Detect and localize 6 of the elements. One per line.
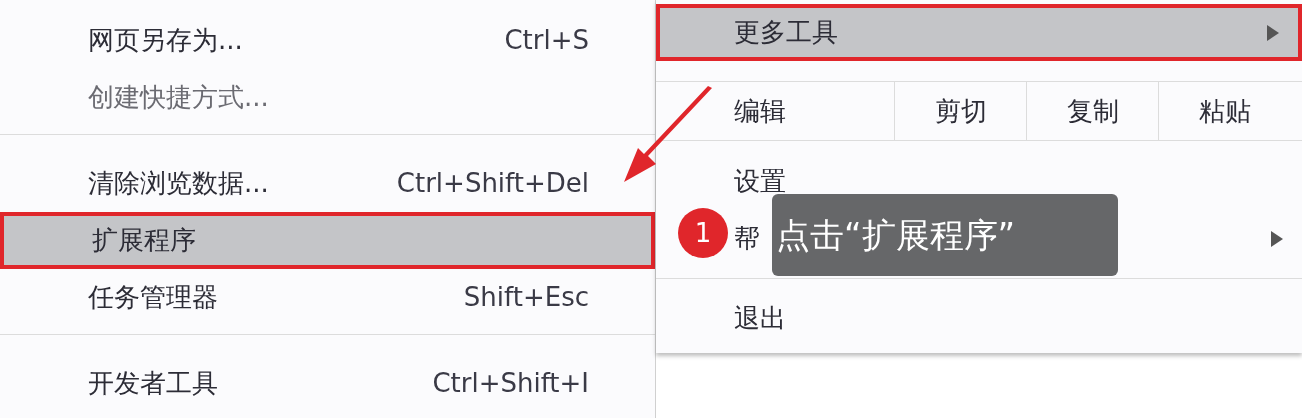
- shortcut-text: Ctrl+S: [504, 24, 589, 57]
- edit-label: 编辑: [733, 94, 787, 128]
- shortcut-text: Ctrl+Shift+Del: [396, 167, 589, 200]
- shortcut-text: Shift+Esc: [463, 281, 589, 314]
- annotation-tooltip: 点击“扩展程序”: [772, 194, 1118, 276]
- shortcut-text: Ctrl+Shift+I: [432, 367, 589, 400]
